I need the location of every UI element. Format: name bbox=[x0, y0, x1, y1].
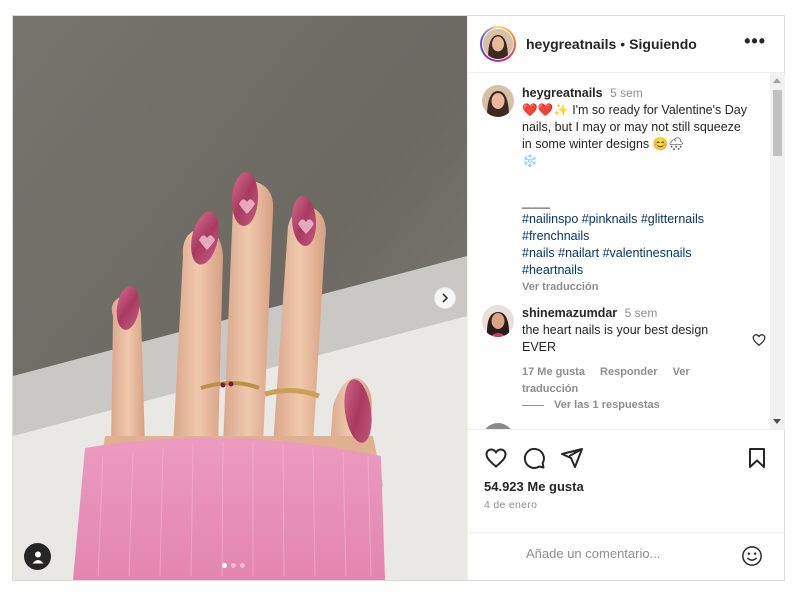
translate-link[interactable]: Ver traducción bbox=[522, 281, 598, 293]
comment-body: shinemazumdar 5 sem the heart nails is y… bbox=[522, 305, 752, 398]
post-dialog: heygreatnails • Siguiendo ••• heygreatna… bbox=[12, 15, 785, 581]
avatar-image bbox=[482, 305, 514, 337]
view-replies-label: Ver las 1 respuestas bbox=[554, 399, 660, 411]
add-comment-bar bbox=[468, 532, 785, 580]
hashtag-line[interactable]: #heartnails bbox=[522, 262, 752, 279]
carousel-dot bbox=[231, 563, 236, 568]
avatar-image bbox=[483, 29, 513, 59]
following-button[interactable]: Siguiendo bbox=[629, 36, 697, 52]
comments-list[interactable]: heygreatnails 5 sem ❤️❤️✨ I'm so ready f… bbox=[468, 73, 785, 429]
more-options-button[interactable]: ••• bbox=[744, 32, 766, 50]
caption-avatar[interactable] bbox=[482, 85, 514, 117]
caption-emoji-end: ❄️ bbox=[522, 154, 538, 168]
save-bookmark-icon[interactable] bbox=[745, 446, 769, 470]
caption-body: heygreatnails 5 sem ❤️❤️✨ I'm so ready f… bbox=[522, 85, 752, 296]
header-username[interactable]: heygreatnails bbox=[526, 36, 616, 52]
comments-scrollbar[interactable] bbox=[770, 73, 785, 429]
next-photo-button[interactable] bbox=[434, 287, 456, 309]
comment-time: 5 sem bbox=[624, 306, 658, 320]
commenter-username[interactable]: shinemazumdar bbox=[522, 306, 617, 320]
carousel-dot bbox=[240, 563, 245, 568]
hashtag-line[interactable]: #nailinspo #pinknails #glitternails bbox=[522, 211, 752, 228]
like-comment-heart-icon[interactable] bbox=[752, 333, 766, 347]
commenter-avatar[interactable] bbox=[482, 305, 514, 337]
chevron-right-icon bbox=[442, 293, 449, 303]
hashtag-line[interactable]: #nails #nailart #valentinesnails bbox=[522, 245, 752, 262]
comment-input[interactable] bbox=[524, 545, 728, 562]
caption-translate[interactable]: Ver traducción bbox=[522, 279, 752, 296]
share-send-icon[interactable] bbox=[560, 446, 584, 470]
post-date: 4 de enero bbox=[484, 499, 538, 511]
caption-emojis: ❤️❤️✨ bbox=[522, 103, 569, 117]
hashtag-line[interactable]: #frenchnails bbox=[522, 228, 752, 245]
reply-button[interactable]: Responder bbox=[600, 366, 657, 378]
carousel-dot-active bbox=[222, 563, 227, 568]
view-replies-button[interactable]: Ver las 1 respuestas bbox=[522, 399, 660, 411]
scrollbar-thumb[interactable] bbox=[773, 90, 782, 156]
caption-divider: ____ bbox=[522, 195, 550, 209]
tagged-users-button[interactable] bbox=[24, 543, 51, 570]
profile-avatar[interactable] bbox=[480, 26, 516, 62]
caption-text-block: ❤️❤️✨ I'm so ready for Valentine's Day n… bbox=[522, 102, 752, 170]
header-separator: • bbox=[620, 36, 626, 52]
user-icon bbox=[32, 551, 43, 563]
caption-time: 5 sem bbox=[610, 86, 643, 100]
post-header: heygreatnails • Siguiendo ••• bbox=[468, 16, 784, 73]
post-side-panel: heygreatnails • Siguiendo ••• heygreatna… bbox=[467, 16, 785, 580]
comment-text: the heart nails is your best design EVER bbox=[522, 323, 709, 354]
comment-likes[interactable]: 17 Me gusta bbox=[522, 366, 585, 378]
avatar-image bbox=[482, 85, 514, 117]
caption-username[interactable]: heygreatnails bbox=[522, 86, 603, 100]
comment-bubble-icon[interactable] bbox=[522, 446, 546, 470]
like-heart-icon[interactable] bbox=[484, 446, 508, 470]
comment-meta: 17 Me gusta Responder Ver traducción bbox=[522, 364, 752, 398]
likes-count[interactable]: 54.923 Me gusta bbox=[484, 479, 584, 494]
emoji-picker-icon[interactable] bbox=[741, 545, 763, 567]
nail-photo bbox=[13, 16, 467, 580]
post-actions: 54.923 Me gusta 4 de enero bbox=[468, 429, 785, 580]
post-photo bbox=[13, 16, 467, 580]
carousel-indicator bbox=[222, 563, 245, 568]
